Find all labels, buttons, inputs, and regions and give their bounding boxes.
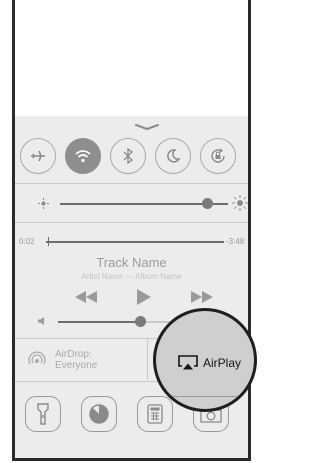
airdrop-icon: [28, 351, 46, 365]
play-icon[interactable]: [137, 289, 151, 305]
chevron-down-icon[interactable]: [134, 123, 160, 131]
elapsed-time: 0:02: [19, 237, 35, 246]
divider: [15, 183, 248, 184]
flashlight-button[interactable]: [25, 396, 61, 432]
divider: [15, 222, 248, 223]
wifi-toggle[interactable]: [65, 138, 101, 174]
wifi-icon: [75, 150, 91, 163]
airplay-label: AirPlay: [203, 355, 242, 370]
timer-icon: [89, 404, 109, 424]
remaining-time: -3:48: [226, 237, 245, 246]
divider: [156, 396, 254, 397]
rewind-icon[interactable]: [75, 291, 97, 303]
track-name: Track Name: [96, 255, 167, 270]
moon-icon: [167, 149, 181, 163]
airplay-button[interactable]: AirPlay: [178, 355, 241, 370]
calculator-icon: [147, 404, 163, 424]
airdrop-status: Everyone: [55, 360, 98, 371]
brightness-knob[interactable]: [202, 198, 214, 209]
flashlight-icon: [37, 403, 49, 425]
bluetooth-toggle[interactable]: [110, 138, 146, 174]
scrubber-handle[interactable]: [47, 237, 50, 246]
airplane-toggle[interactable]: [20, 138, 56, 174]
bluetooth-icon: [123, 147, 133, 165]
brightness-high-icon: [232, 195, 248, 211]
brightness-low-icon: [38, 198, 49, 209]
fast-forward-icon[interactable]: [191, 291, 213, 303]
rotation-lock-icon: [211, 148, 225, 163]
do-not-disturb-toggle[interactable]: [155, 138, 191, 174]
airplay-magnifier: AirPlay: [153, 308, 257, 412]
divider: [147, 338, 148, 380]
volume-knob[interactable]: [134, 316, 146, 327]
airdrop-title: AirDrop:: [55, 349, 92, 360]
airplay-icon: [178, 355, 198, 370]
timer-button[interactable]: [81, 396, 117, 432]
rotation-lock-toggle[interactable]: [200, 138, 236, 174]
music-scrubber[interactable]: [46, 237, 224, 246]
calculator-button[interactable]: [137, 396, 173, 432]
airplane-icon: [31, 150, 45, 162]
artist-album: Artist Name — Album Name: [81, 272, 182, 281]
volume-low-icon: [38, 317, 44, 325]
airdrop-button[interactable]: AirDrop: Everyone: [27, 344, 137, 376]
brightness-slider[interactable]: [60, 198, 228, 209]
